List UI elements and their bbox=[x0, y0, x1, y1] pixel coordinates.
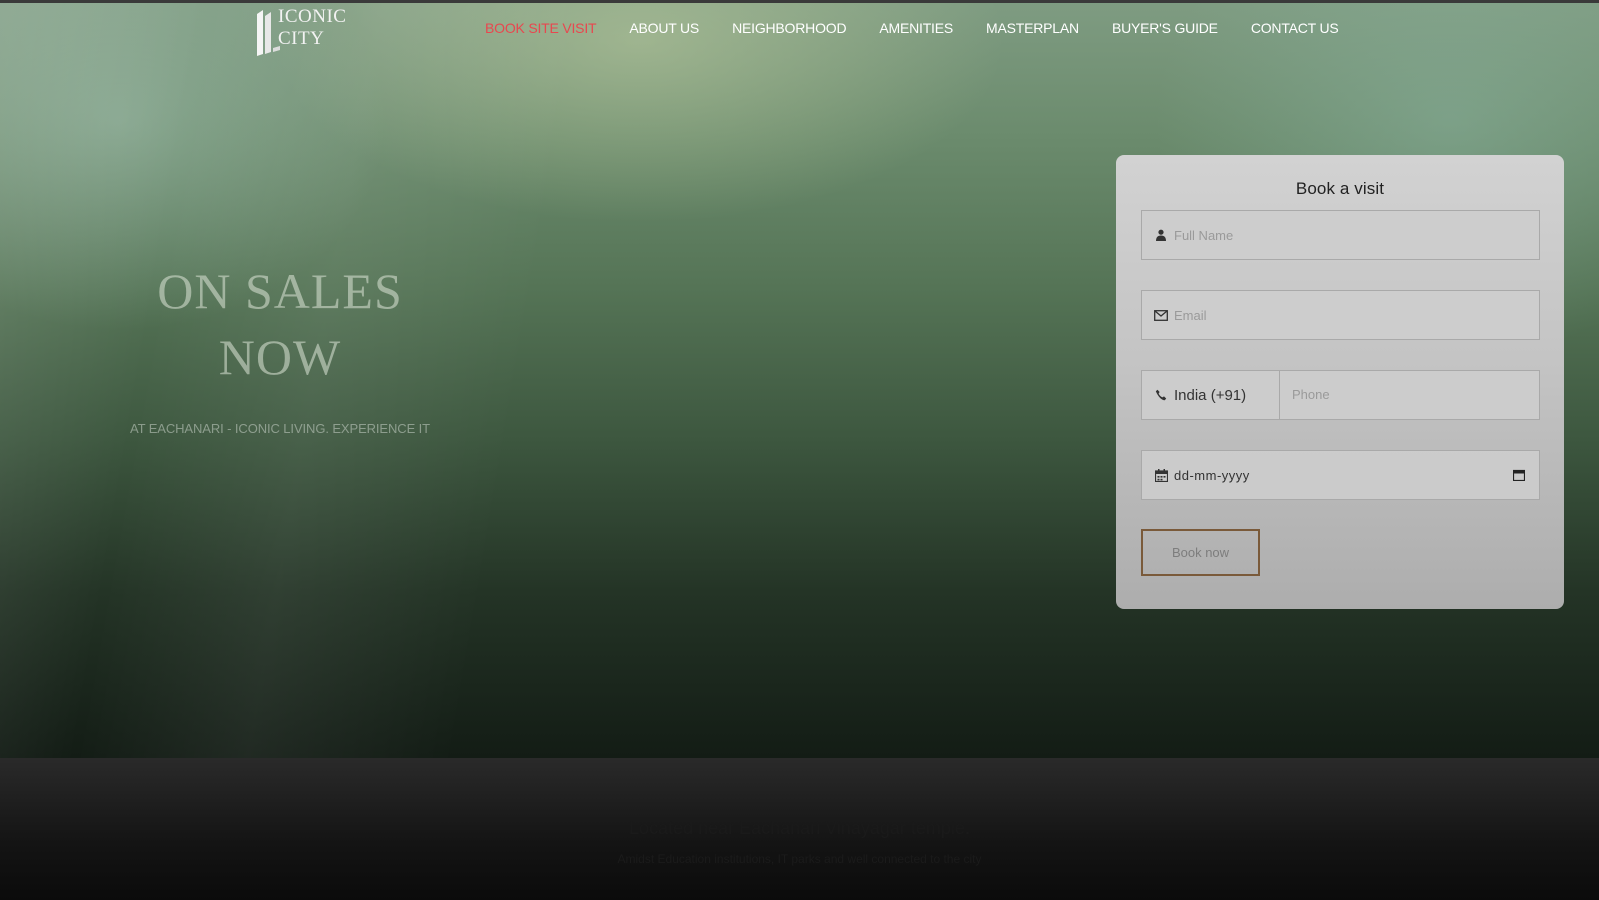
email-placeholder: Email bbox=[1174, 307, 1207, 323]
full-name-placeholder: Full Name bbox=[1174, 227, 1234, 243]
location-section: Located near Eachanari Vinayagar temple.… bbox=[0, 758, 1599, 900]
user-icon bbox=[1142, 229, 1174, 241]
phone-field: India (+91) Phone bbox=[1141, 370, 1540, 420]
nav-masterplan[interactable]: MASTERPLAN bbox=[986, 20, 1079, 36]
date-picker-icon[interactable] bbox=[1499, 469, 1539, 481]
nav-amenities[interactable]: AMENITIES bbox=[879, 20, 953, 36]
hero-subtitle: AT EACHANARI - ICONIC LIVING. EXPERIENCE… bbox=[129, 421, 431, 436]
booking-form: Book a visit Full Name Email India (+91)… bbox=[1116, 155, 1564, 609]
nav-contact-us[interactable]: CONTACT US bbox=[1251, 20, 1339, 36]
calendar-icon bbox=[1142, 468, 1174, 482]
date-field[interactable]: dd-mm-yyyy bbox=[1141, 450, 1540, 500]
nav-about-us[interactable]: ABOUT US bbox=[629, 20, 699, 36]
nav-book-site-visit[interactable]: BOOK SITE VISIT bbox=[485, 20, 597, 36]
phone-icon bbox=[1142, 389, 1174, 401]
hero-title: ON SALES NOW bbox=[130, 258, 430, 390]
country-code-select[interactable]: India (+91) bbox=[1142, 371, 1280, 419]
phone-input[interactable]: Phone bbox=[1280, 386, 1539, 404]
full-name-field[interactable]: Full Name bbox=[1141, 210, 1540, 260]
form-title: Book a visit bbox=[1295, 179, 1385, 198]
hero-title-line1: ON SALES bbox=[157, 263, 403, 319]
email-field[interactable]: Email bbox=[1141, 290, 1540, 340]
location-subtitle: Amidst Education institutions, IT parks … bbox=[617, 852, 982, 866]
book-now-button[interactable]: Book now bbox=[1141, 529, 1260, 576]
main-nav: BOOK SITE VISIT ABOUT US NEIGHBORHOOD AM… bbox=[485, 20, 1372, 36]
logo-text: ICONIC CITY bbox=[278, 6, 347, 49]
top-border bbox=[0, 0, 1599, 3]
nav-buyers-guide[interactable]: BUYER'S GUIDE bbox=[1112, 20, 1218, 36]
logo[interactable]: ICONIC CITY bbox=[254, 6, 394, 56]
country-code-value: India (+91) bbox=[1174, 386, 1247, 404]
hero-title-line2: NOW bbox=[218, 329, 342, 385]
date-placeholder: dd-mm-yyyy bbox=[1174, 467, 1250, 483]
phone-placeholder: Phone bbox=[1292, 387, 1330, 402]
location-title: Located near Eachanari Vinayagar temple. bbox=[629, 818, 970, 838]
envelope-icon bbox=[1142, 309, 1174, 321]
logo-mark-icon bbox=[254, 10, 280, 56]
nav-neighborhood[interactable]: NEIGHBORHOOD bbox=[732, 20, 846, 36]
